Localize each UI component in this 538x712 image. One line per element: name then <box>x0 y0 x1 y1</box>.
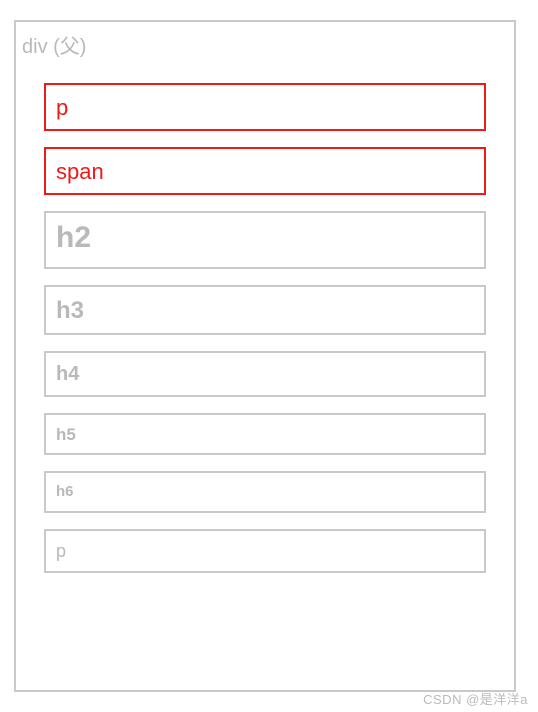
child-element-h4-4: h4 <box>44 351 486 397</box>
child-element-p-7: p <box>44 529 486 573</box>
child-element-h6-6: h6 <box>44 471 486 513</box>
watermark: CSDN @是洋洋a <box>423 689 528 708</box>
parent-div-container: div (父) p span h2 h3 h4 h5 h6 p <box>14 20 516 692</box>
parent-label: div (父) <box>22 30 486 59</box>
child-element-span-1: span <box>44 147 486 195</box>
child-element-h2-2: h2 <box>44 211 486 269</box>
child-element-h3-3: h3 <box>44 285 486 335</box>
children-list: p span h2 h3 h4 h5 h6 p <box>44 83 486 573</box>
child-element-h5-5: h5 <box>44 413 486 455</box>
child-element-p-0: p <box>44 83 486 131</box>
